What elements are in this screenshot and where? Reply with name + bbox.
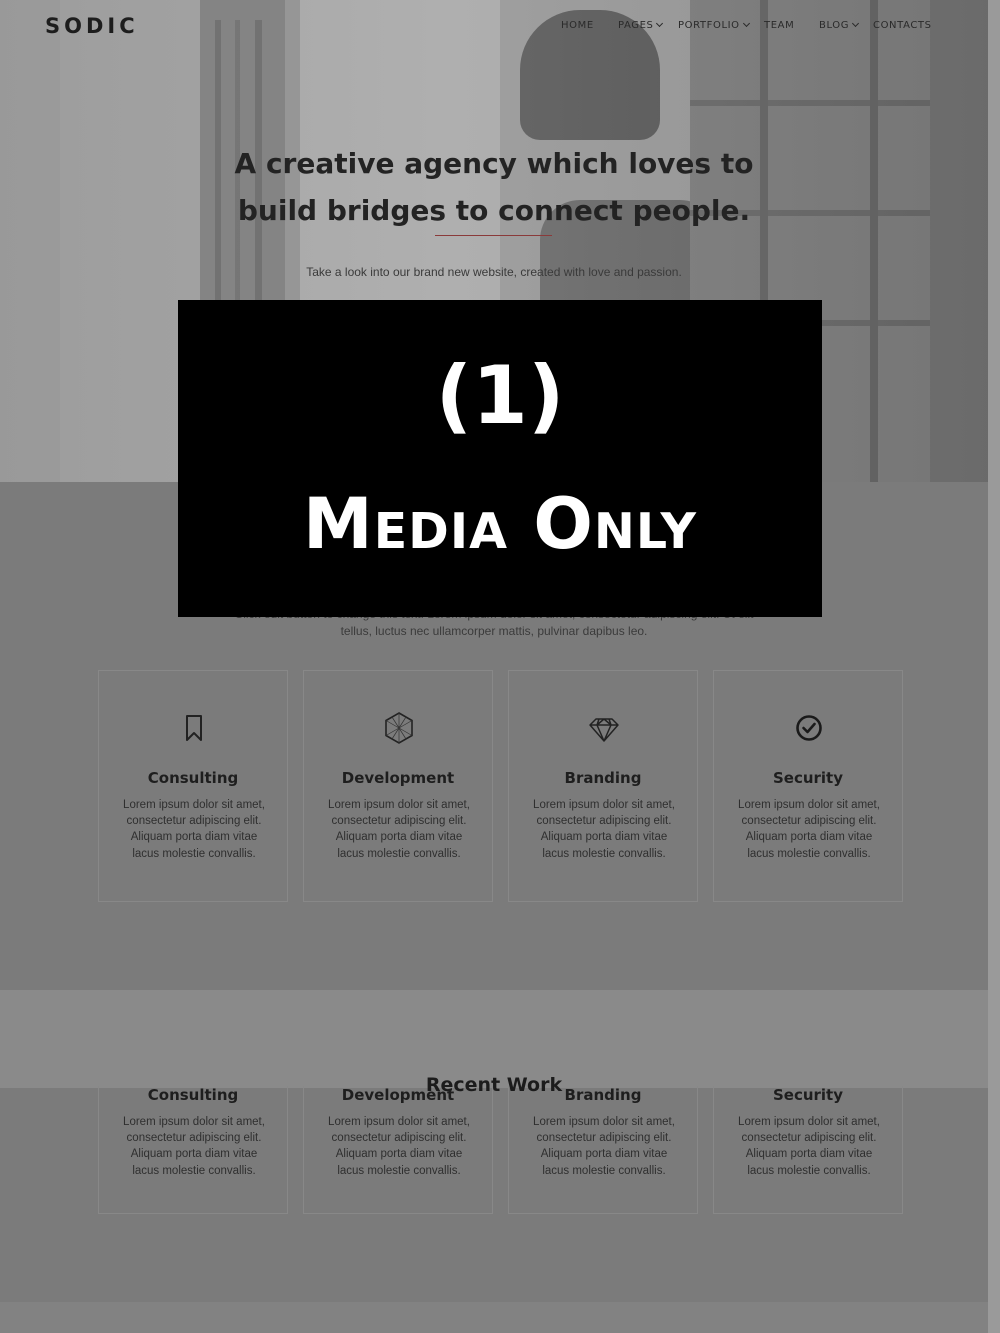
nav-blog[interactable]: BLOG [819,19,860,31]
service-card-security-repeat: Security Lorem ipsum dolor sit amet, cons… [713,1086,903,1214]
service-card-security: Security Lorem ipsum dolor sit amet, cons… [713,670,903,902]
chevron-down-icon [852,19,860,28]
nav-team[interactable]: TEAM [764,20,794,31]
service-description: Lorem ipsum dolor sit amet, consectetur a… [328,1116,470,1177]
service-title: Branding [564,1086,642,1104]
service-description: Lorem ipsum dolor sit amet, consectetur a… [533,799,675,860]
footer-band [0,1302,988,1333]
hero-subtitle: Take a look into our brand new website, … [306,265,682,279]
chevron-down-icon [656,19,664,28]
overlay-label: Media Only [303,483,697,565]
main-nav: HOME PAGES PORTFOLIO TEAM BLOG CONTACTS [0,19,988,34]
nav-contacts[interactable]: CONTACTS [873,20,932,31]
page-right-strip [988,0,1000,1333]
nav-home[interactable]: HOME [561,20,594,31]
service-title: Consulting [147,1086,239,1104]
diamond-icon [589,718,619,742]
nav-pages[interactable]: PAGES [618,19,664,31]
hexagon-mesh-icon [385,712,413,744]
service-card-development: Development Lorem ipsum dolor sit amet, c… [303,670,493,902]
service-description: Lorem ipsum dolor sit amet, consectetur a… [328,799,470,860]
check-circle-icon [796,715,822,741]
service-description: Lorem ipsum dolor sit amet, consectetur a… [738,799,880,860]
hero-title: A creative agency which loves to build b… [0,140,988,234]
service-card-branding: Branding Lorem ipsum dolor sit amet, cons… [508,670,698,902]
hero-title-line-1: A creative agency which loves to [234,147,754,180]
service-title: Development [341,769,455,787]
overlay-number: (1) [435,349,565,442]
service-description: Lorem ipsum dolor sit amet, consectetur a… [738,1116,880,1177]
service-title: Consulting [147,769,239,787]
intro-line-2: tellus, luctus nec ullamcorper mattis, p… [340,624,648,638]
service-title: Security [772,1086,844,1104]
service-description: Lorem ipsum dolor sit amet, consectetur a… [123,1116,265,1177]
service-card-branding-repeat: Branding Lorem ipsum dolor sit amet, cons… [508,1086,698,1214]
hero-title-line-2: build bridges to connect people. [237,194,751,227]
chevron-down-icon [742,19,750,28]
service-card-consulting-repeat: Consulting Lorem ipsum dolor sit amet, co… [98,1086,288,1214]
media-only-overlay: (1) Media Only [178,300,822,617]
service-title: Branding [564,769,642,787]
service-description: Lorem ipsum dolor sit amet, consectetur a… [123,799,265,860]
bookmark-icon [186,715,202,741]
service-card-development-repeat: Development Lorem ipsum dolor sit amet, c… [303,1086,493,1214]
service-title: Development [341,1086,455,1104]
service-title: Security [772,769,844,787]
nav-portfolio[interactable]: PORTFOLIO [678,19,750,31]
service-card-consulting: Consulting Lorem ipsum dolor sit amet, co… [98,670,288,902]
service-description: Lorem ipsum dolor sit amet, consectetur a… [533,1116,675,1177]
hero-divider [435,235,552,236]
